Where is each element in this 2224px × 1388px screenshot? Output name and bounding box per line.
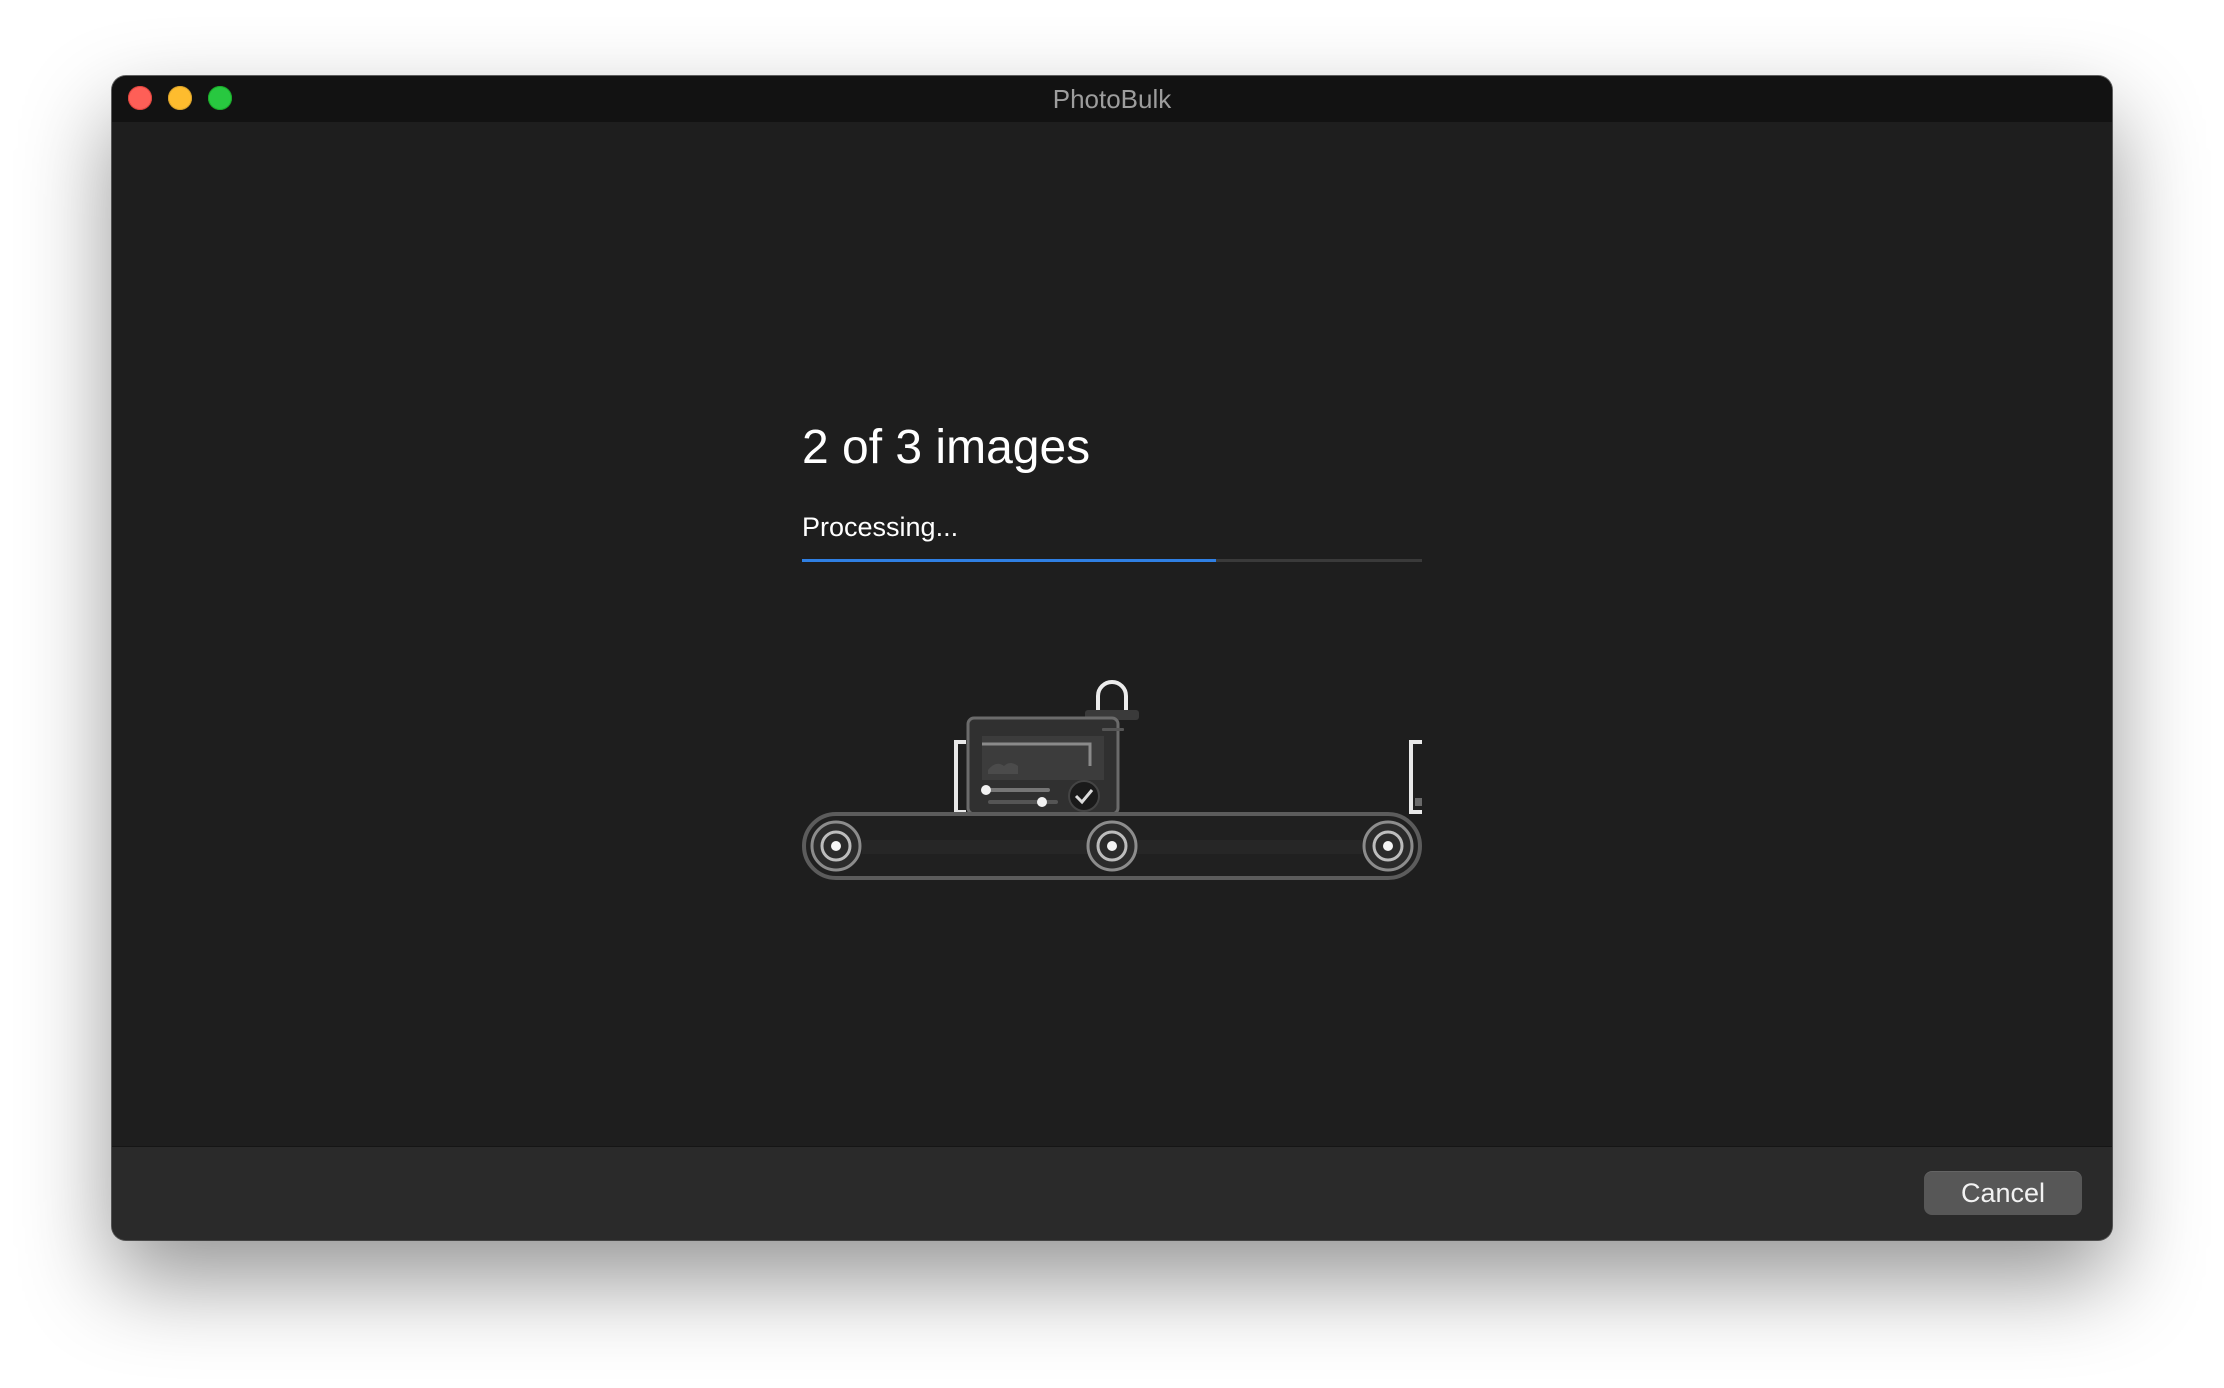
belt-roller-left-icon bbox=[810, 820, 862, 872]
footer-bar: Cancel bbox=[112, 1146, 2112, 1240]
conveyor-processing-illustration bbox=[802, 680, 1422, 880]
processing-machine-icon bbox=[966, 680, 1139, 816]
progress-count-heading: 2 of 3 images bbox=[802, 421, 1091, 474]
cancel-button[interactable]: Cancel bbox=[1924, 1171, 2082, 1215]
belt-roller-center-icon bbox=[1086, 820, 1138, 872]
photo-frame-right-icon bbox=[1409, 740, 1422, 814]
progress-bar bbox=[802, 559, 1422, 562]
progress-panel: 2 of 3 images Processing... bbox=[112, 122, 2112, 1146]
app-window: PhotoBulk 2 of 3 images Processing... Ca… bbox=[112, 76, 2112, 1240]
conveyor-belt-icon bbox=[802, 812, 1422, 880]
progress-status-label: Processing... bbox=[802, 512, 959, 542]
belt-roller-right-icon bbox=[1362, 820, 1414, 872]
photo-frame-left-icon bbox=[954, 740, 966, 814]
progress-bar-fill bbox=[802, 559, 1216, 562]
window-title: PhotoBulk bbox=[1052, 84, 1172, 114]
title-bar: PhotoBulk bbox=[112, 76, 2112, 123]
